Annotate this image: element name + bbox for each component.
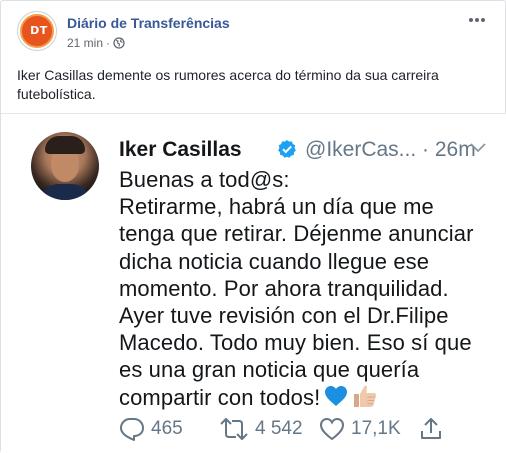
facebook-post: DT Diário de Transferências 21 min · Ike… bbox=[0, 0, 506, 453]
tweet-author-avatar bbox=[31, 132, 99, 200]
page-avatar[interactable]: DT bbox=[17, 11, 57, 51]
like-action: 17,1K bbox=[319, 414, 401, 444]
like-count: 17,1K bbox=[351, 418, 401, 439]
post-meta: 21 min · bbox=[67, 36, 125, 50]
ellipsis-icon[interactable] bbox=[467, 11, 487, 31]
tweet-line: Retirarme, habrá un día que me bbox=[119, 194, 434, 220]
tweet-line: Ayer tuve revisión con el Dr.Filipe bbox=[119, 303, 449, 329]
chevron-down-icon bbox=[469, 141, 487, 155]
tweet-actions: 465 4 542 17,1K bbox=[119, 414, 499, 444]
tweet-last-line: compartir con todos! bbox=[119, 384, 499, 414]
tweet-body: Buenas a tod@s: Retirarme, habrá un día … bbox=[119, 166, 499, 414]
retweet-count: 4 542 bbox=[255, 418, 303, 439]
post-header: DT Diário de Transferências 21 min · bbox=[17, 11, 493, 55]
avatar-initials: DT bbox=[30, 24, 48, 37]
post-timestamp[interactable]: 21 min bbox=[67, 36, 103, 50]
meta-separator: · bbox=[106, 36, 111, 50]
retweet-action: 4 542 bbox=[219, 414, 303, 444]
tweet-line: Buenas a tod@s: bbox=[119, 167, 290, 192]
verified-badge-icon bbox=[277, 139, 297, 159]
thumbs-up-icon bbox=[352, 384, 378, 414]
tweet-author-name: Iker Casillas bbox=[119, 138, 242, 161]
avatar-hair bbox=[45, 136, 85, 154]
tweet-handle-time: @IkerCas... · 26m bbox=[305, 138, 476, 161]
avatar-logo: DT bbox=[20, 14, 54, 48]
tweet-line: momento. Por ahora tranquilidad. bbox=[119, 275, 449, 301]
reply-count: 465 bbox=[151, 418, 183, 439]
tweet-line: es una gran noticia que quería bbox=[119, 357, 420, 383]
reply-icon bbox=[119, 417, 145, 441]
blue-heart-icon bbox=[324, 385, 348, 413]
tweet-line: Macedo. Todo muy bien. Eso sí que bbox=[119, 330, 472, 356]
tweet-screenshot-image[interactable]: Iker Casillas @IkerCas... · 26m Buenas a… bbox=[1, 113, 506, 453]
heart-icon bbox=[319, 417, 345, 441]
tweet-line: dicha noticia cuando llegue ese bbox=[119, 248, 430, 274]
post-text: Iker Casillas demente os rumores acerca … bbox=[17, 67, 439, 102]
tweet-line: compartir con todos! bbox=[119, 384, 321, 410]
avatar-shirt bbox=[39, 184, 91, 200]
share-icon bbox=[419, 417, 443, 441]
tweet-line: tenga que retirar. Déjenme anunciar bbox=[119, 221, 474, 247]
retweet-icon bbox=[219, 417, 249, 441]
page-name-link[interactable]: Diário de Transferências bbox=[67, 15, 230, 31]
globe-icon[interactable] bbox=[113, 37, 125, 49]
share-action bbox=[419, 414, 443, 444]
reply-action: 465 bbox=[119, 414, 183, 444]
